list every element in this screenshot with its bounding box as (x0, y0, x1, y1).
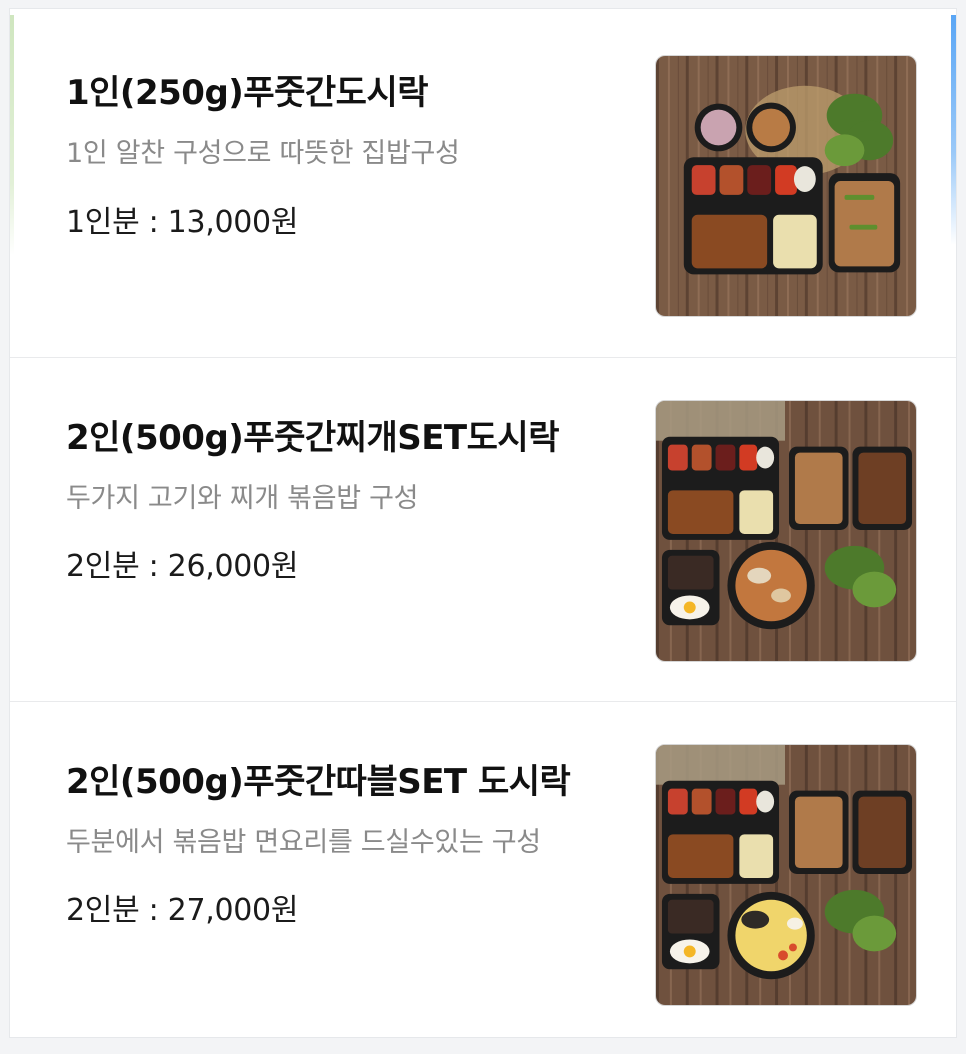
menu-list-page: 1인(250g)푸줏간도시락 1인 알찬 구성으로 따뜻한 집밥구성 1인분 :… (9, 8, 957, 1038)
menu-item-description: 두분에서 볶음밥 면요리를 드실수있는 구성 (66, 827, 541, 858)
menu-item[interactable]: 2인(500g)푸줏간따블SET 도시락 두분에서 볶음밥 면요리를 드실수있는… (10, 702, 956, 1046)
menu-item-price: 2인분 : 27,000원 (66, 893, 299, 928)
menu-item-description: 1인 알찬 구성으로 따뜻한 집밥구성 (66, 138, 460, 169)
lunchbox-double-set-photo[interactable] (655, 744, 917, 1006)
menu-item-title: 2인(500g)푸줏간찌개SET도시락 (66, 418, 559, 458)
menu-item[interactable]: 2인(500g)푸줏간찌개SET도시락 두가지 고기와 찌개 볶음밥 구성 2인… (10, 358, 956, 702)
lunchbox-stew-set-photo[interactable] (655, 400, 917, 662)
menu-item-title: 1인(250g)푸줏간도시락 (66, 73, 429, 113)
menu-item[interactable]: 1인(250g)푸줏간도시락 1인 알찬 구성으로 따뜻한 집밥구성 1인분 :… (10, 9, 956, 353)
lunchbox-1-person-photo[interactable] (655, 55, 917, 317)
menu-item-description: 두가지 고기와 찌개 볶음밥 구성 (66, 483, 419, 514)
menu-item-price: 2인분 : 26,000원 (66, 549, 299, 584)
menu-item-title: 2인(500g)푸줏간따블SET 도시락 (66, 762, 571, 802)
menu-item-price: 1인분 : 13,000원 (66, 205, 299, 240)
